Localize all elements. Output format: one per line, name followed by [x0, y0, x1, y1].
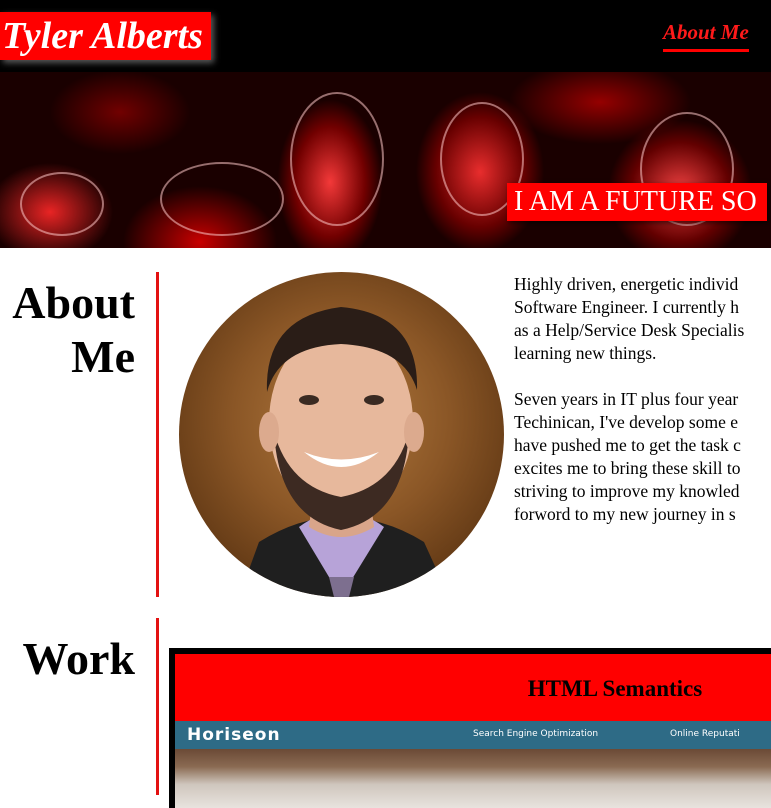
- screenshot-logo: Horiseon: [187, 725, 281, 745]
- about-text: Highly driven, energetic individ Softwar…: [514, 273, 771, 549]
- smoke-swirl: [20, 172, 104, 236]
- about-heading-line1: About: [12, 277, 135, 328]
- about-line: learning new things.: [514, 343, 657, 363]
- project-title[interactable]: HTML Semantics: [175, 676, 771, 702]
- smoke-swirl: [160, 162, 284, 236]
- about-divider: [156, 272, 159, 597]
- about-line: Software Engineer. I currently h: [514, 297, 739, 317]
- about-line: Highly driven, energetic individ: [514, 274, 739, 294]
- hero-tagline: I AM A FUTURE SO: [507, 183, 767, 221]
- about-heading: About Me: [12, 276, 135, 384]
- about-line: Seven years in IT plus four year: [514, 389, 739, 409]
- about-paragraph-1: Highly driven, energetic individ Softwar…: [514, 273, 771, 365]
- screenshot-nav-link: Online Reputati: [670, 729, 740, 739]
- about-line: have pushed me to get the task c: [514, 435, 741, 455]
- about-line: Techinican, I've develop some e: [514, 412, 738, 432]
- about-line: forword to my new journey in s: [514, 504, 736, 524]
- about-line: excites me to bring these skill to: [514, 458, 741, 478]
- about-paragraph-2: Seven years in IT plus four year Techini…: [514, 388, 771, 526]
- hero-banner: I AM A FUTURE SO: [0, 72, 771, 248]
- site-brand-title[interactable]: Tyler Alberts: [0, 12, 211, 60]
- screenshot-hero-image: [175, 749, 771, 808]
- work-heading: Work: [22, 633, 135, 684]
- profile-photo: [179, 272, 504, 597]
- about-line: as a Help/Service Desk Specialis: [514, 320, 745, 340]
- screenshot-navbar: Horiseon Search Engine Optimization Onli…: [175, 721, 771, 749]
- screenshot-nav-link: Search Engine Optimization: [473, 729, 599, 739]
- about-heading-line2: Me: [71, 331, 135, 382]
- project-title-bar: HTML Semantics: [175, 654, 771, 721]
- work-divider: [156, 618, 159, 795]
- site-header: Tyler Alberts About Me: [0, 0, 771, 72]
- smoke-swirl: [290, 92, 384, 226]
- project-card-html-semantics[interactable]: HTML Semantics Horiseon Search Engine Op…: [169, 648, 771, 808]
- about-line: striving to improve my knowled: [514, 481, 740, 501]
- nav-link-about-me[interactable]: About Me: [663, 20, 749, 52]
